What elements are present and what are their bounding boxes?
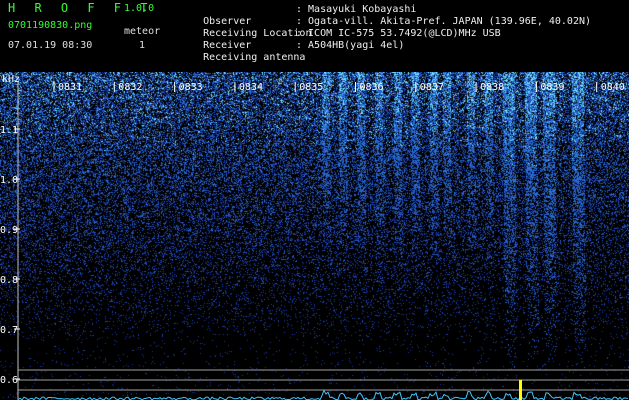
frequency-tick-label: 0.6 — [0, 375, 18, 386]
time-tick-label: 0838 — [480, 82, 504, 93]
time-tick-label: 0836 — [360, 82, 384, 93]
info-value-antenna: : A504HB(yagi 4el) — [296, 40, 405, 51]
meteor-count: 1 — [139, 40, 146, 51]
noise-speckle — [0, 72, 629, 400]
frequency-tick-label: 0.8 — [0, 275, 18, 286]
frequency-tick-label: 0.7 — [0, 325, 18, 336]
header-panel: H R O F F T 1.0.0 0701190830.png meteor … — [0, 0, 629, 72]
meteor-label: meteor — [124, 26, 161, 37]
info-value-location: : Ogata-vill. Akita-Pref. JAPAN (139.96E… — [296, 16, 592, 27]
time-tick-label: 0840 — [601, 82, 625, 93]
info-row-antenna: Receiving antenna — [179, 40, 305, 76]
spectrogram-plot: 0831 0832 0833 0834 0835 0836 0837 0838 0839 0840… — [0, 72, 629, 400]
time-tick-label: 0831 — [58, 82, 82, 93]
meteor-marker — [519, 380, 522, 400]
frequency-tick-label: 1.0 — [0, 175, 18, 186]
noise-layer — [0, 72, 629, 400]
time-tick-label: 0832 — [118, 82, 142, 93]
app-version: 1.0.0 — [124, 3, 155, 14]
file-name: 0701190830.png — [8, 20, 93, 31]
time-tick-label: 0834 — [239, 82, 263, 93]
frequency-tick-label: 1.1 — [0, 125, 18, 136]
time-tick-label: 0835 — [299, 82, 323, 93]
frequency-unit-label: kHz — [2, 74, 21, 85]
info-value-observer: : Masayuki Kobayashi — [296, 4, 417, 15]
frequency-tick-label: 0.9 — [0, 225, 18, 236]
date-time: 07.01.19 08:30 — [8, 40, 93, 51]
info-value-receiver: : ICOM IC-575 53.7492(@LCD)MHz USB — [296, 28, 501, 39]
time-tick-label: 0839 — [540, 82, 564, 93]
time-tick-label: 0833 — [179, 82, 203, 93]
time-tick-label: 0837 — [420, 82, 444, 93]
info-label: Receiving antenna — [203, 52, 306, 63]
